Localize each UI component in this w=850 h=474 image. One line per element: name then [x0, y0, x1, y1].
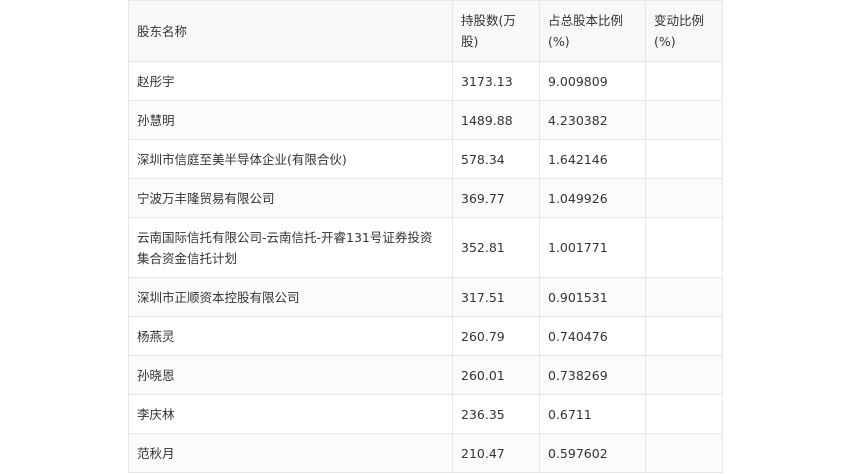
table-row: 李庆林 236.35 0.6711: [128, 394, 723, 434]
cell-change: [645, 316, 723, 356]
table-row: 范秋月 210.47 0.597602: [128, 433, 723, 473]
cell-shares: 236.35: [452, 394, 540, 434]
cell-ratio: 1.001771: [539, 217, 646, 278]
cell-shares: 210.47: [452, 433, 540, 473]
cell-shareholder-name: 孙晓恩: [128, 355, 453, 395]
cell-change: [645, 217, 723, 278]
cell-ratio: 0.6711: [539, 394, 646, 434]
cell-change: [645, 139, 723, 179]
cell-ratio: 0.740476: [539, 316, 646, 356]
header-shares: 持股数(万股): [452, 0, 540, 62]
table-row: 杨燕灵 260.79 0.740476: [128, 316, 723, 356]
cell-shareholder-name: 孙慧明: [128, 100, 453, 140]
table-row: 宁波万丰隆贸易有限公司 369.77 1.049926: [128, 178, 723, 218]
shareholder-table: 股东名称 持股数(万股) 占总股本比例(%) 变动比例(%) 赵彤宇 3173.…: [128, 0, 723, 473]
cell-change: [645, 61, 723, 101]
header-shareholder-name: 股东名称: [128, 0, 453, 62]
cell-ratio: 0.738269: [539, 355, 646, 395]
cell-shares: 3173.13: [452, 61, 540, 101]
header-change: 变动比例(%): [645, 0, 723, 62]
table-header-row: 股东名称 持股数(万股) 占总股本比例(%) 变动比例(%): [128, 0, 723, 62]
cell-change: [645, 433, 723, 473]
header-ratio: 占总股本比例(%): [539, 0, 646, 62]
cell-change: [645, 178, 723, 218]
table-row: 孙晓恩 260.01 0.738269: [128, 355, 723, 395]
table-row: 深圳市正顺资本控股有限公司 317.51 0.901531: [128, 277, 723, 317]
cell-shareholder-name: 深圳市信庭至美半导体企业(有限合伙): [128, 139, 453, 179]
cell-shares: 1489.88: [452, 100, 540, 140]
table-row: 云南国际信托有限公司-云南信托-开睿131号证券投资集合资金信托计划 352.8…: [128, 217, 723, 278]
cell-shares: 317.51: [452, 277, 540, 317]
cell-ratio: 0.901531: [539, 277, 646, 317]
cell-shareholder-name: 云南国际信托有限公司-云南信托-开睿131号证券投资集合资金信托计划: [128, 217, 453, 278]
shareholder-table-container: 股东名称 持股数(万股) 占总股本比例(%) 变动比例(%) 赵彤宇 3173.…: [128, 0, 723, 473]
cell-change: [645, 277, 723, 317]
table-row: 深圳市信庭至美半导体企业(有限合伙) 578.34 1.642146: [128, 139, 723, 179]
cell-shares: 578.34: [452, 139, 540, 179]
cell-shareholder-name: 宁波万丰隆贸易有限公司: [128, 178, 453, 218]
cell-change: [645, 394, 723, 434]
table-row: 赵彤宇 3173.13 9.009809: [128, 61, 723, 101]
cell-shareholder-name: 范秋月: [128, 433, 453, 473]
cell-shareholder-name: 李庆林: [128, 394, 453, 434]
cell-shares: 352.81: [452, 217, 540, 278]
cell-ratio: 1.642146: [539, 139, 646, 179]
cell-ratio: 9.009809: [539, 61, 646, 101]
table-row: 孙慧明 1489.88 4.230382: [128, 100, 723, 140]
cell-change: [645, 100, 723, 140]
cell-ratio: 1.049926: [539, 178, 646, 218]
cell-ratio: 0.597602: [539, 433, 646, 473]
cell-change: [645, 355, 723, 395]
cell-shares: 260.01: [452, 355, 540, 395]
cell-shareholder-name: 深圳市正顺资本控股有限公司: [128, 277, 453, 317]
cell-ratio: 4.230382: [539, 100, 646, 140]
cell-shareholder-name: 赵彤宇: [128, 61, 453, 101]
cell-shares: 260.79: [452, 316, 540, 356]
cell-shares: 369.77: [452, 178, 540, 218]
cell-shareholder-name: 杨燕灵: [128, 316, 453, 356]
